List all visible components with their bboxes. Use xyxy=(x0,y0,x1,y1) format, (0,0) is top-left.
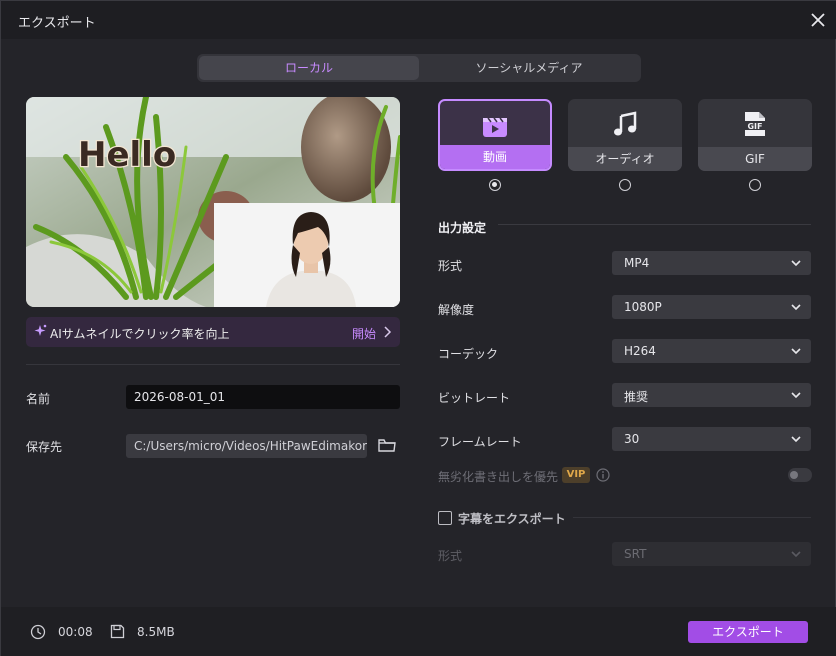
picture-in-picture-video xyxy=(214,203,400,307)
export-type-audio-label: オーディオ xyxy=(568,147,682,171)
subtitles-divider xyxy=(573,517,811,518)
person-image xyxy=(214,203,400,307)
resolution-value: 1080P xyxy=(624,300,662,314)
lossless-toggle[interactable] xyxy=(788,468,812,482)
subtitle-format-value: SRT xyxy=(624,547,647,561)
gif-file-icon: GIF xyxy=(744,112,766,136)
vip-badge: VIP xyxy=(562,467,590,483)
left-divider xyxy=(26,364,400,365)
bitrate-select[interactable]: 推奨 xyxy=(612,383,811,407)
resolution-label: 解像度 xyxy=(438,303,475,317)
chevron-down-icon xyxy=(791,436,801,443)
bitrate-value: 推奨 xyxy=(624,390,649,404)
format-value: MP4 xyxy=(624,256,650,270)
export-type-video[interactable]: 動画 xyxy=(438,99,552,171)
close-icon xyxy=(811,13,825,27)
resolution-select[interactable]: 1080P xyxy=(612,295,811,319)
export-subtitles-checkbox[interactable] xyxy=(438,511,452,525)
codec-select[interactable]: H264 xyxy=(612,339,811,363)
tab-social-media[interactable]: ソーシャルメディア xyxy=(419,56,639,80)
ai-thumbnail-bar[interactable]: AIサムネイルでクリック率を向上 開始 xyxy=(26,317,400,347)
svg-text:Hello: Hello xyxy=(78,135,176,175)
output-settings-divider xyxy=(498,224,811,225)
export-button[interactable]: エクスポート xyxy=(688,621,808,643)
chevron-down-icon xyxy=(791,392,801,399)
export-tabs: ローカル ソーシャルメディア xyxy=(197,54,641,82)
music-note-icon xyxy=(614,111,637,136)
title-bar: エクスポート xyxy=(1,1,836,39)
chevron-down-icon xyxy=(791,304,801,311)
framerate-value: 30 xyxy=(624,432,640,446)
tab-local[interactable]: ローカル xyxy=(199,56,419,80)
export-type-video-label: 動画 xyxy=(440,145,550,169)
chevron-right-icon xyxy=(384,326,392,338)
export-type-gif-label: GIF xyxy=(698,147,812,171)
sparkle-icon xyxy=(34,324,47,336)
ai-start-link[interactable]: 開始 xyxy=(352,325,376,342)
video-icon xyxy=(483,117,507,137)
chevron-down-icon xyxy=(791,260,801,267)
save-disk-icon xyxy=(110,624,125,639)
subtitle-format-label: 形式 xyxy=(438,549,463,563)
save-location-label: 保存先 xyxy=(26,440,63,454)
name-label: 名前 xyxy=(26,392,51,406)
clock-icon xyxy=(30,624,46,640)
codec-value: H264 xyxy=(624,344,656,358)
svg-text:GIF: GIF xyxy=(747,122,762,131)
window-title: エクスポート xyxy=(18,16,96,31)
lossless-export-label: 無劣化書き出しを優先 xyxy=(438,470,559,484)
close-button[interactable] xyxy=(807,9,829,31)
video-preview: Hello xyxy=(26,97,400,307)
bitrate-label: ビットレート xyxy=(438,391,511,405)
file-size-text: 8.5MB xyxy=(137,625,175,639)
info-icon[interactable] xyxy=(596,468,610,482)
chevron-down-icon xyxy=(791,551,801,558)
framerate-select[interactable]: 30 xyxy=(612,427,811,451)
export-subtitles-label: 字幕をエクスポート xyxy=(458,512,566,526)
folder-icon xyxy=(378,439,396,452)
hello-overlay: Hello xyxy=(77,134,178,175)
export-dialog: エクスポート ローカル ソーシャルメディア Hello AIサムネイルでクリック… xyxy=(0,0,836,656)
export-type-audio[interactable]: オーディオ xyxy=(568,99,682,171)
chevron-down-icon xyxy=(791,348,801,355)
export-type-gif[interactable]: GIF GIF xyxy=(698,99,812,171)
file-name-input[interactable] xyxy=(126,385,400,409)
ai-thumbnail-text: AIサムネイルでクリック率を向上 xyxy=(50,327,230,341)
save-path-field[interactable]: C:/Users/micro/Videos/HitPawEdimakor xyxy=(126,434,367,458)
codec-label: コーデック xyxy=(438,347,499,361)
output-settings-title: 出力設定 xyxy=(438,221,487,235)
duration-text: 00:08 xyxy=(58,625,93,639)
gif-radio[interactable] xyxy=(749,179,761,191)
framerate-label: フレームレート xyxy=(438,435,522,449)
browse-folder-button[interactable] xyxy=(377,436,397,454)
video-radio[interactable] xyxy=(489,179,501,191)
subtitle-format-select[interactable]: SRT xyxy=(612,542,811,566)
format-select[interactable]: MP4 xyxy=(612,251,811,275)
audio-radio[interactable] xyxy=(619,179,631,191)
format-label: 形式 xyxy=(438,259,463,273)
